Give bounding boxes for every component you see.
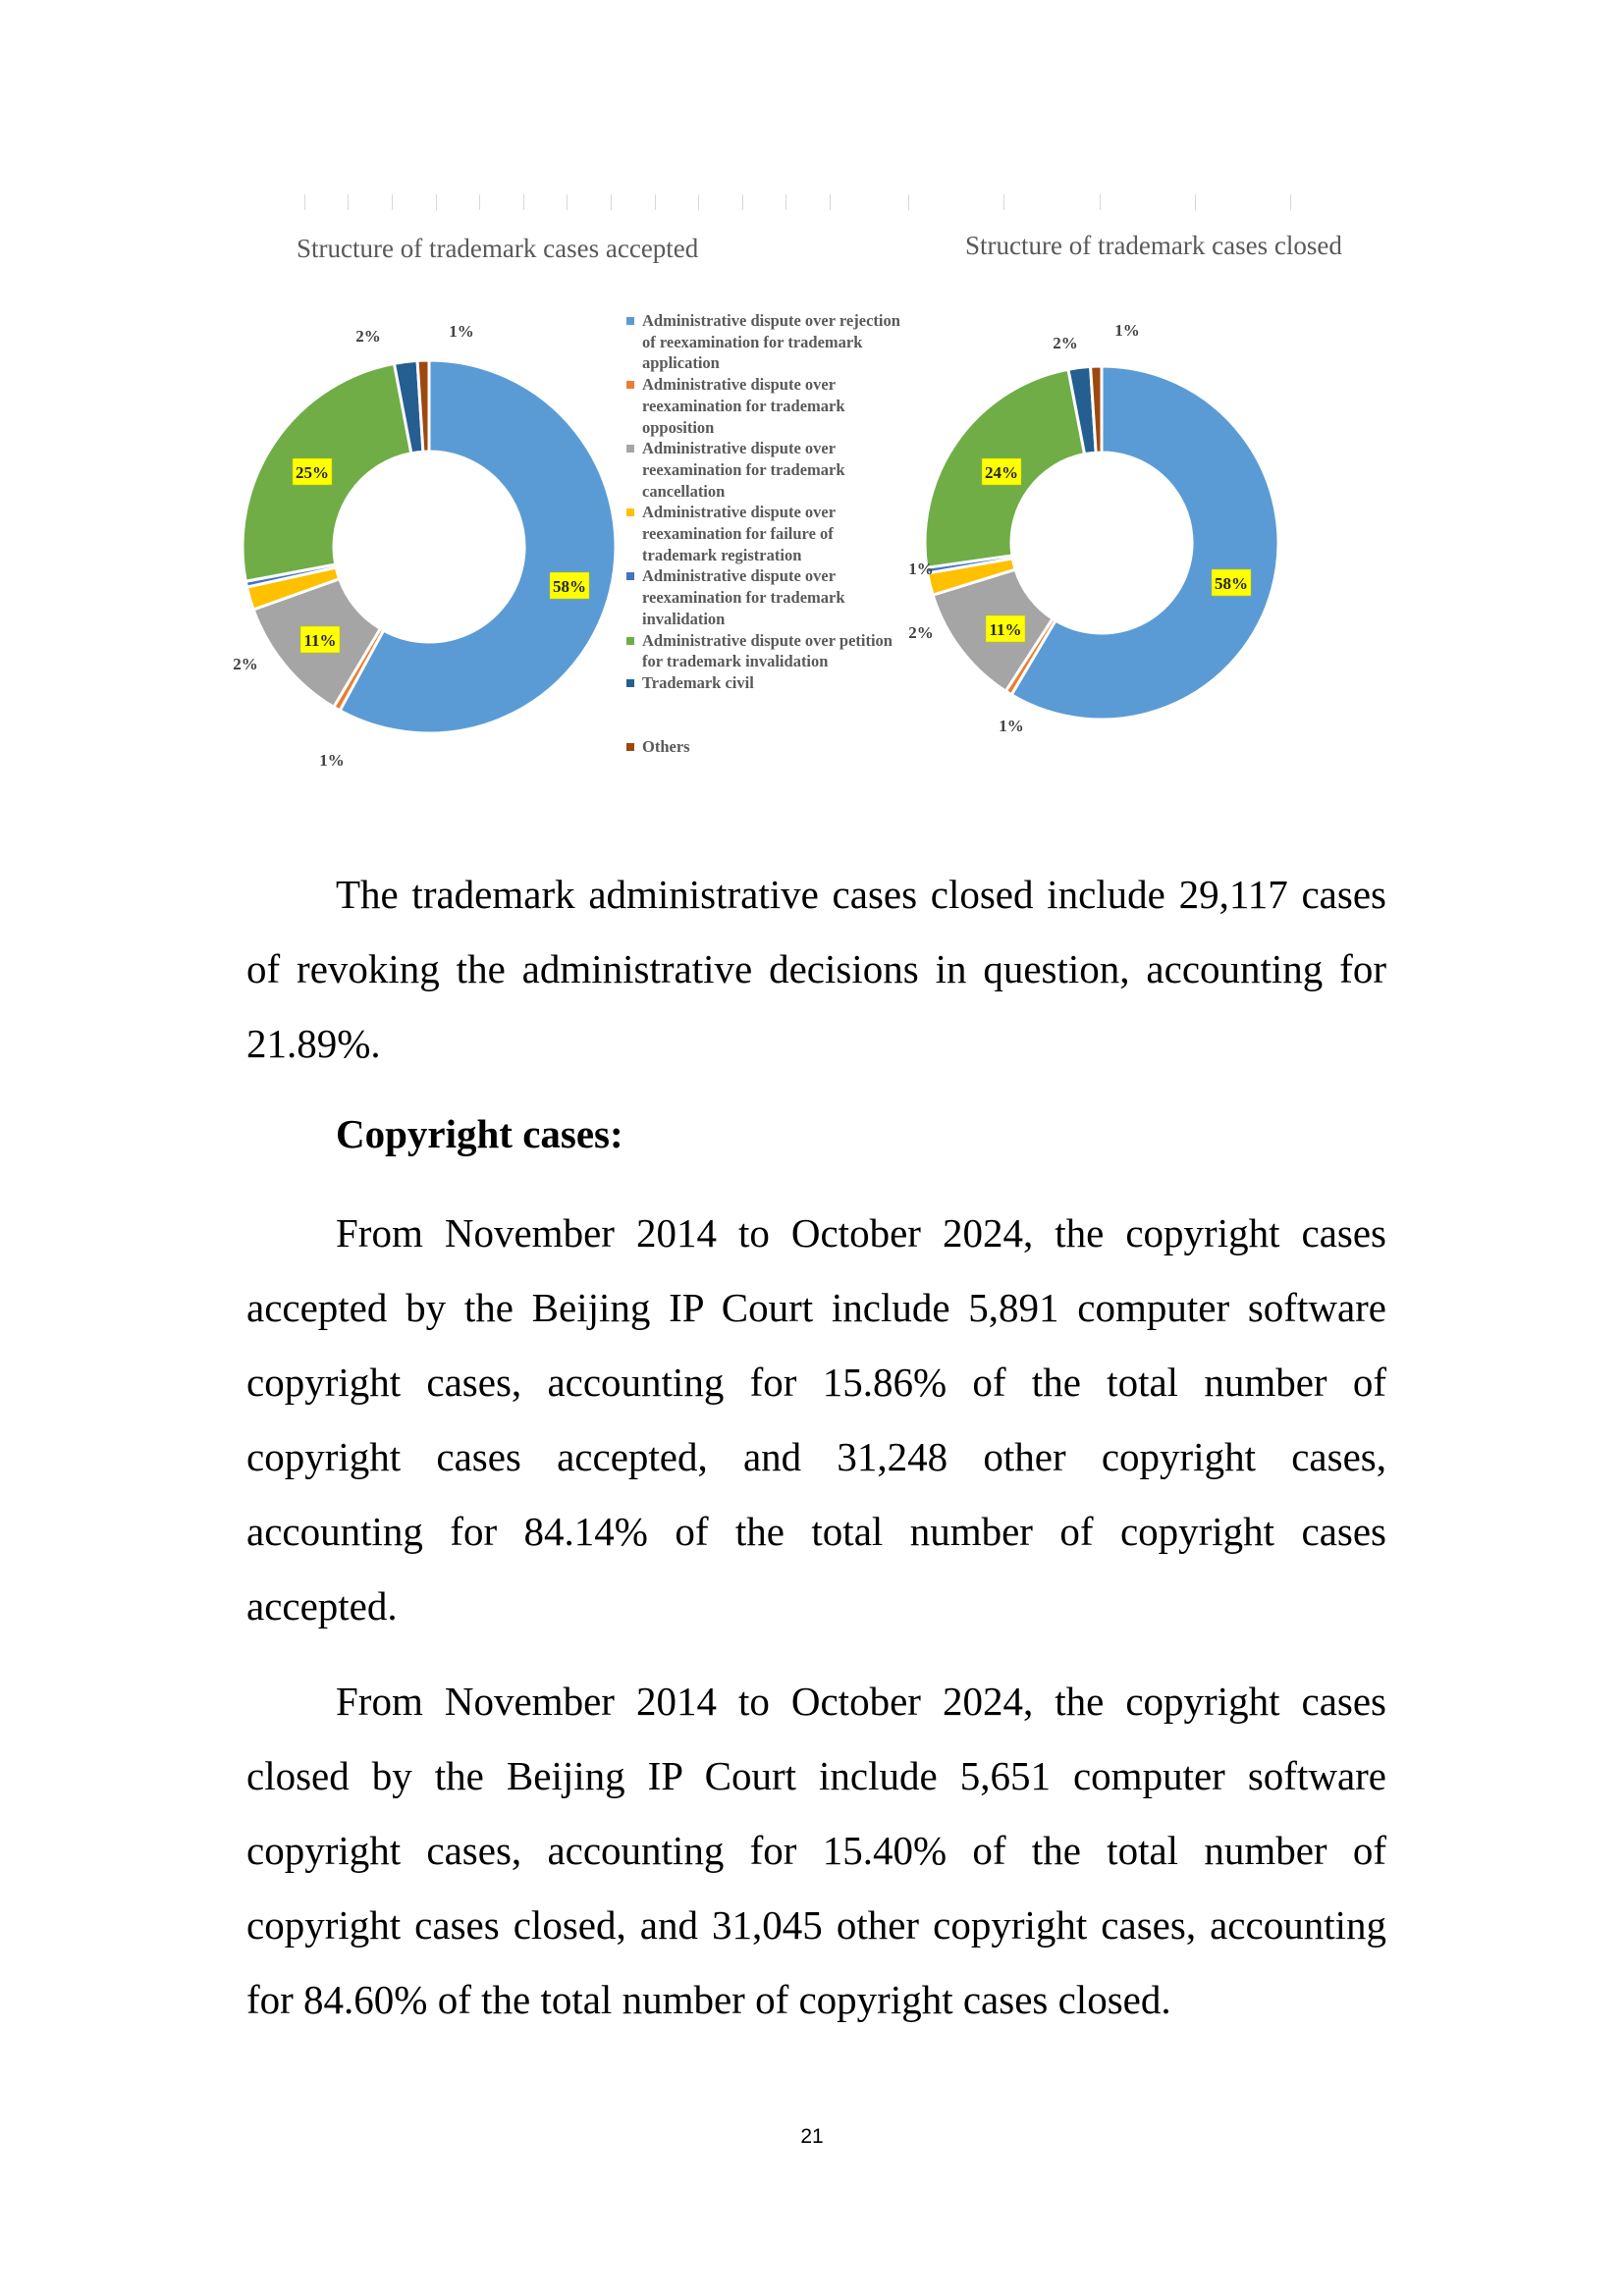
legend-swatch (626, 381, 634, 390)
data-label: 58% (1211, 568, 1252, 597)
paragraph-trademark-closed: The trademark administrative cases close… (246, 857, 1386, 1081)
data-label: 2% (908, 623, 934, 642)
legend-item: Administrative dispute over reexaminatio… (624, 438, 909, 502)
legend-item: Trademark civil (624, 672, 909, 694)
legend-label: Administrative dispute over rejection of… (642, 311, 900, 373)
data-label: 1% (999, 717, 1024, 735)
data-label: 24% (981, 457, 1022, 486)
legend-swatch (626, 445, 634, 454)
legend-label: Others (642, 736, 690, 756)
paragraph-copyright-closed: From November 2014 to October 2024, the … (246, 1664, 1386, 2037)
chart-legend: Administrative dispute over rejection of… (624, 310, 909, 757)
data-label: 1% (1114, 321, 1140, 340)
legend-swatch (626, 678, 634, 687)
legend-item: Administrative dispute over reexaminatio… (624, 374, 909, 438)
data-label-text: 58% (1215, 574, 1248, 593)
data-label: 1% (908, 560, 934, 578)
legend-swatch (626, 317, 634, 325)
legend-item: Administrative dispute over rejection of… (624, 310, 909, 374)
data-label: 2% (1053, 334, 1078, 352)
legend-label: Administrative dispute over petition for… (642, 630, 893, 671)
data-label-text: 24% (985, 463, 1018, 482)
paragraph-text: From November 2014 to October 2024, the … (246, 1210, 1386, 1629)
section-heading-copyright: Copyright cases: (336, 1111, 623, 1156)
legend-swatch (626, 636, 634, 645)
legend-swatch (626, 508, 634, 517)
legend-label: Administrative dispute over reexaminatio… (642, 439, 845, 501)
legend-label: Administrative dispute over reexaminatio… (642, 503, 836, 564)
legend-item: Administrative dispute over petition for… (624, 630, 909, 672)
legend-item: Others (624, 736, 909, 758)
paragraph-copyright-accepted: From November 2014 to October 2024, the … (246, 1196, 1386, 1643)
legend-label: Trademark civil (642, 672, 754, 692)
legend-swatch (626, 742, 634, 751)
legend-item: Administrative dispute over reexaminatio… (624, 502, 909, 565)
legend-label: Administrative dispute over reexaminatio… (642, 566, 845, 628)
paragraph-text: From November 2014 to October 2024, the … (246, 1679, 1386, 2022)
legend-item: Administrative dispute over reexaminatio… (624, 565, 909, 629)
legend-label: Administrative dispute over reexaminatio… (642, 375, 845, 437)
paragraph-text: The trademark administrative cases close… (246, 872, 1386, 1066)
data-label-text: 11% (989, 620, 1021, 639)
page-number: 21 (800, 2125, 824, 2148)
data-label: 11% (985, 614, 1026, 643)
legend-swatch (626, 572, 634, 581)
